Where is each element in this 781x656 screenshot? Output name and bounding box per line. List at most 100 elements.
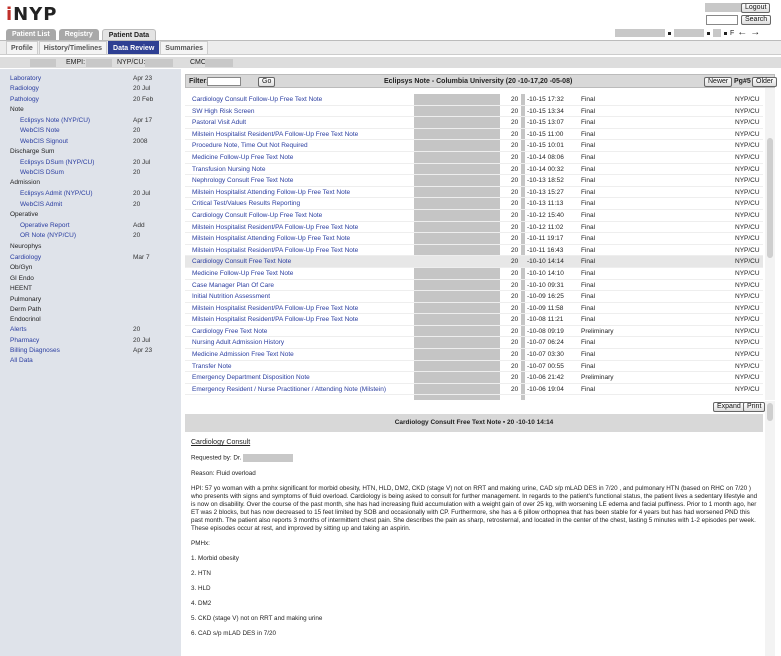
list-scrollbar[interactable] xyxy=(765,88,775,400)
tab-registry[interactable]: Registry xyxy=(58,29,99,40)
note-title[interactable]: Cardiology Free Text Note xyxy=(192,328,267,335)
note-title[interactable]: Milstein Hospitalist Resident/PA Follow-… xyxy=(192,305,358,312)
table-row[interactable]: Transfusion Nursing Note 20 -10-14 00:32 Fi… xyxy=(185,164,763,176)
subtab-profile[interactable]: Profile xyxy=(6,41,38,54)
note-title[interactable]: Milstein Hospitalist Resident/PA Follow-… xyxy=(192,316,358,323)
print-button[interactable]: Print xyxy=(743,402,766,412)
table-row[interactable]: Initial Nutrition Assessment 20 -10-09 16:… xyxy=(185,291,763,303)
table-row[interactable]: SW High Risk Screen 20 -10-15 13:34 Final NY… xyxy=(185,106,763,118)
sidebar-item[interactable]: WebCIS Admit 20 xyxy=(10,201,178,210)
note-title[interactable]: Milstein Hospitalist Attending Follow-Up… xyxy=(192,189,350,196)
note-title[interactable]: Pastoral Visit Adult xyxy=(192,119,246,126)
sidebar-item[interactable]: Cardiology Mar 7 xyxy=(10,254,178,263)
note-title[interactable]: Nephrology Consult Free Text Note xyxy=(192,177,293,184)
note-title[interactable]: Cardiology Consult Follow-Up Free Text N… xyxy=(192,212,322,219)
note-title[interactable]: Medicine Follow-Up Free Text Note xyxy=(192,154,293,161)
table-row[interactable]: Medicine Follow-Up Free Text Note 20 -10-1… xyxy=(185,268,763,280)
table-row[interactable]: Milstein Hospitalist Resident/PA Follow-… xyxy=(185,222,763,234)
sidebar-item-date: 20 Jul xyxy=(133,85,151,93)
table-row[interactable]: Milstein Hospitalist Attending Follow-Up… xyxy=(185,187,763,199)
go-button[interactable]: Go xyxy=(258,77,276,87)
sidebar-item[interactable]: Laboratory Apr 23 xyxy=(10,75,178,84)
sidebar-item[interactable]: WebCIS DSum 20 xyxy=(10,169,178,178)
note-title[interactable]: Cardiology Consult Follow-Up Free Text N… xyxy=(192,96,322,103)
table-row[interactable]: Cardiology Consult Free Text Note 20 -10-1… xyxy=(185,256,763,268)
tab-patient-data[interactable]: Patient Data xyxy=(101,29,157,40)
table-row[interactable]: Nursing Adult Admission History 20 -10-07 … xyxy=(185,337,763,350)
forward-arrow-icon[interactable]: → xyxy=(750,28,760,38)
subtab-summaries[interactable]: Summaries xyxy=(160,41,209,54)
table-row[interactable]: Procedure Note, Time Out Not Required 20-… xyxy=(185,140,763,152)
note-loc: NYP/CU xyxy=(735,119,760,127)
table-row[interactable]: Medicine Admission Free Text Note 20 -10-0… xyxy=(185,349,763,361)
note-title[interactable]: Emergency Resident / Nurse Practitioner … xyxy=(192,386,386,393)
subtabs: Profile History/Timelines Data Review Su… xyxy=(6,41,209,54)
table-row[interactable]: Cardiology Consult Follow-Up Free Text N… xyxy=(185,210,763,222)
newer-button[interactable]: Newer xyxy=(704,77,733,87)
subtab-history-timelines[interactable]: History/Timelines xyxy=(38,41,108,54)
note-title[interactable]: SW High Risk Screen xyxy=(192,108,255,115)
note-loc: NYP/CU xyxy=(735,223,760,231)
note-title[interactable]: Nursing Adult Admission History xyxy=(192,339,284,346)
table-row[interactable]: Milstein Hospitalist Resident/PA Follow-… xyxy=(185,129,763,141)
sidebar-item-label: WebCIS DSum xyxy=(20,169,64,177)
note-title[interactable]: Initial Nutrition Assessment xyxy=(192,293,270,300)
note-title[interactable]: Transfusion Nursing Note xyxy=(192,166,265,173)
table-row[interactable]: Milstein Hospitalist Attending Follow-Up… xyxy=(185,233,763,245)
sidebar-item[interactable]: WebCIS Signout 2008 xyxy=(10,138,178,147)
table-row[interactable]: Transfer Note 20 -10-07 00:55 Final NYP/CU xyxy=(185,361,763,373)
table-row[interactable]: Critical Test/Values Results Reporting 20… xyxy=(185,198,763,210)
note-title[interactable]: Milstein Hospitalist Resident/PA Follow-… xyxy=(192,131,358,138)
table-row[interactable]: Cardiology Consult Follow-Up Free Text N… xyxy=(185,94,763,106)
note-title[interactable]: Emergency Department Disposition Note xyxy=(192,374,310,381)
table-row[interactable]: Case Manager Plan Of Care 20 -10-10 09:31 F… xyxy=(185,280,763,292)
table-row[interactable]: Medicine Follow-Up Free Text Note 20 -10-1… xyxy=(185,152,763,164)
sidebar-item[interactable]: Pharmacy 20 Jul xyxy=(10,337,178,346)
note-title[interactable]: Transfer Note xyxy=(192,363,232,370)
scrollbar-thumb[interactable] xyxy=(767,403,773,421)
sidebar-item[interactable]: Operative Report Add xyxy=(10,222,178,231)
sidebar-item[interactable]: Eclipsys Note (NYP/CU) Apr 17 xyxy=(10,117,178,126)
older-button[interactable]: Older xyxy=(752,77,778,87)
note-title[interactable]: Milstein Hospitalist Resident/PA Follow-… xyxy=(192,224,358,231)
table-row[interactable]: Emergency Resident / Nurse Practitioner … xyxy=(185,384,763,396)
note-title[interactable]: Cardiology Consult Free Text Note xyxy=(192,258,291,265)
note-title[interactable]: Milstein Hospitalist Resident/PA Follow-… xyxy=(192,247,358,254)
expand-button[interactable]: Expand xyxy=(713,402,745,412)
sidebar-item[interactable]: Eclipsys DSum (NYP/CU) 20 Jul xyxy=(10,159,178,168)
note-title[interactable]: Critical Test/Values Results Reporting xyxy=(192,200,300,207)
table-row[interactable]: Nephrology Consult Free Text Note 20 -10-1… xyxy=(185,175,763,187)
sidebar-item[interactable]: WebCIS Note 20 xyxy=(10,127,178,136)
note-viewer: Expand Print Cardiology Consult Free Tex… xyxy=(185,401,775,656)
sidebar-item[interactable]: Radiology 20 Jul xyxy=(10,85,178,94)
note-title[interactable]: Medicine Admission Free Text Note xyxy=(192,351,294,358)
table-row[interactable]: Milstein Hospitalist Resident/PA Follow-… xyxy=(185,245,763,257)
logout-button[interactable]: Logout xyxy=(741,3,771,13)
sidebar-item-label: WebCIS Signout xyxy=(20,137,68,145)
note-title[interactable]: Procedure Note, Time Out Not Required xyxy=(192,142,308,149)
search-button[interactable]: Search xyxy=(741,15,772,25)
table-row[interactable]: Cardiology Free Text Note 20 -10-08 09:19 P… xyxy=(185,326,763,338)
table-row[interactable]: Milstein Hospitalist Resident/PA Follow-… xyxy=(185,314,763,326)
sidebar-item[interactable]: Eclipsys Admit (NYP/CU) 20 Jul xyxy=(10,190,178,199)
sidebar-item[interactable]: OR Note (NYP/CU) 20 xyxy=(10,232,178,241)
note-scrollbar[interactable] xyxy=(765,401,775,656)
filter-input[interactable] xyxy=(207,77,241,86)
back-arrow-icon[interactable]: ← xyxy=(737,28,747,38)
sidebar-item[interactable]: Billing Diagnoses Apr 23 xyxy=(10,347,178,356)
note-title[interactable]: Medicine Follow-Up Free Text Note xyxy=(192,270,293,277)
table-row[interactable]: Emergency Department Disposition Note 20-… xyxy=(185,372,763,384)
subtab-data-review[interactable]: Data Review xyxy=(108,41,160,54)
tab-patient-list[interactable]: Patient List xyxy=(6,29,56,40)
search-input[interactable] xyxy=(706,15,738,25)
sidebar-item[interactable]: Alerts 20 xyxy=(10,326,178,335)
table-row[interactable]: Milstein Hospitalist Resident/PA Follow-… xyxy=(185,303,763,315)
note-title[interactable]: Milstein Hospitalist Attending Follow-Up… xyxy=(192,235,350,242)
sidebar-item-label: Pathology xyxy=(10,95,39,103)
table-row[interactable]: Pastoral Visit Adult 20 -10-15 13:07 Final N… xyxy=(185,117,763,129)
scrollbar-thumb[interactable] xyxy=(767,138,773,258)
sidebar-item[interactable]: Pathology 20 Feb xyxy=(10,96,178,105)
note-date: -10-14 00:32 xyxy=(527,165,564,173)
note-title[interactable]: Case Manager Plan Of Care xyxy=(192,282,274,289)
sidebar-item[interactable]: All Data xyxy=(10,357,178,366)
